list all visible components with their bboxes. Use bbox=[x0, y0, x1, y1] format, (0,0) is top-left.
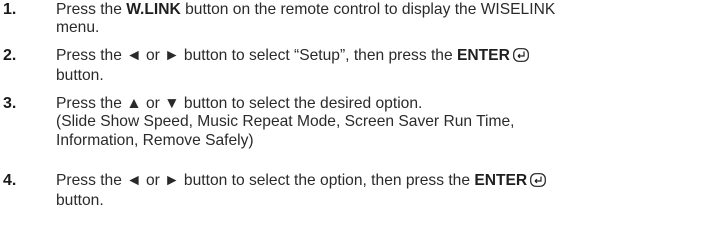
step-line: Press the ◄ or ► button to select “Setup… bbox=[56, 47, 696, 67]
button-name: ENTER bbox=[456, 47, 510, 64]
button-name: ENTER bbox=[474, 172, 528, 189]
step-text: Press the W.LINK button on the remote co… bbox=[56, 1, 696, 38]
step-line: button. bbox=[56, 192, 104, 210]
step-number: 4. bbox=[3, 172, 17, 189]
step-number: 2. bbox=[3, 47, 17, 64]
enter-icon bbox=[512, 48, 529, 67]
step-line: menu. bbox=[56, 19, 100, 37]
step-line: Press the ▲ or ▼ button to select the de… bbox=[56, 95, 423, 112]
enter-icon bbox=[530, 173, 547, 192]
step-line: Press the ◄ or ► button to select the op… bbox=[56, 172, 696, 192]
step-number: 3. bbox=[3, 95, 17, 112]
step-number: 1. bbox=[3, 1, 17, 18]
step-line: button. bbox=[56, 67, 104, 85]
step-text: Press the ◄ or ► button to select “Setup… bbox=[56, 47, 696, 86]
step-text: Press the ▲ or ▼ button to select the de… bbox=[56, 95, 696, 150]
instruction-list: 1. Press the W.LINK button on the remote… bbox=[0, 0, 704, 242]
step-text: Press the ◄ or ► button to select the op… bbox=[56, 172, 696, 211]
button-name: W.LINK bbox=[126, 1, 181, 18]
step-line: (Slide Show Speed, Music Repeat Mode, Sc… bbox=[56, 113, 515, 131]
step-line: Information, Remove Safely) bbox=[56, 131, 254, 149]
step-line: Press the W.LINK button on the remote co… bbox=[56, 1, 556, 18]
